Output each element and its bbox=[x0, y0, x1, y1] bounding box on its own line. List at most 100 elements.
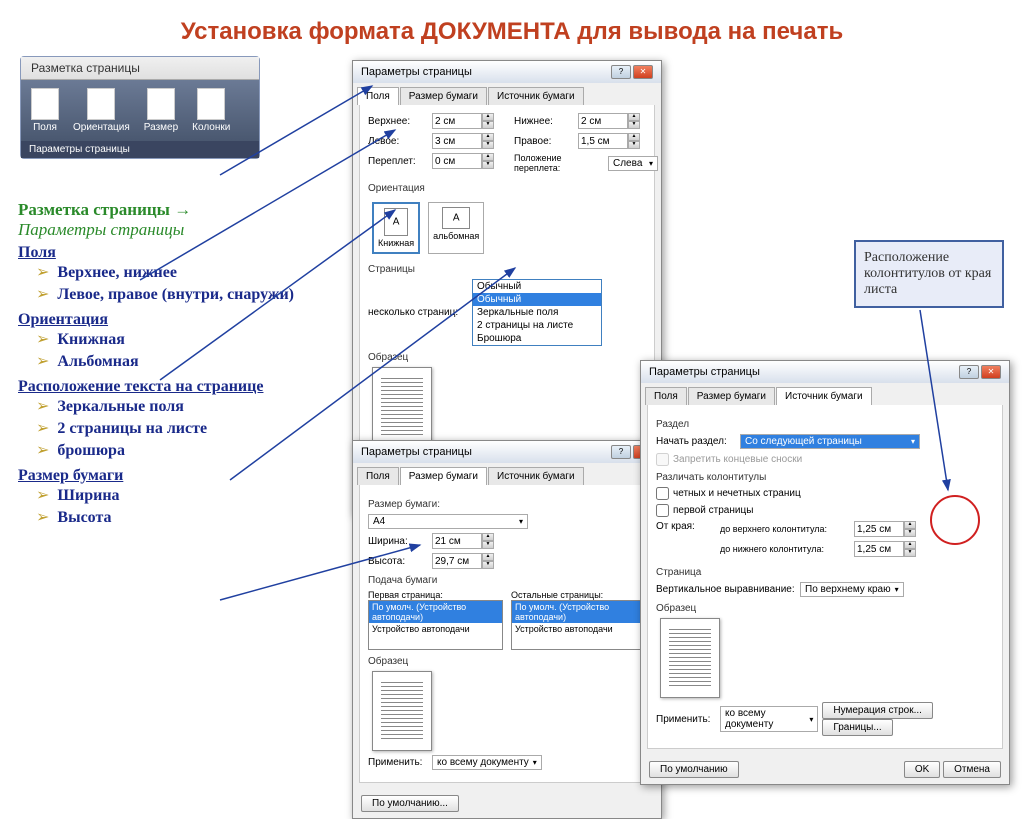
tab-size[interactable]: Размер бумаги bbox=[400, 467, 487, 485]
dropdown-papersize[interactable]: A4 bbox=[368, 514, 528, 529]
left-content: Разметка страницы → Параметры страницы П… bbox=[18, 200, 318, 530]
label-width: Ширина: bbox=[368, 536, 428, 547]
dropdown-apply[interactable]: ко всему документу bbox=[720, 706, 818, 732]
orient-landscape[interactable]: альбомная bbox=[428, 202, 484, 254]
spin-down-icon[interactable]: ▼ bbox=[628, 141, 640, 149]
ok-button[interactable]: OK bbox=[904, 761, 940, 778]
spin-down-icon[interactable]: ▼ bbox=[482, 121, 494, 129]
spin-up-icon[interactable]: ▲ bbox=[482, 113, 494, 121]
preview-icon bbox=[372, 367, 432, 447]
spin-up-icon[interactable]: ▲ bbox=[482, 153, 494, 161]
label-hdr: до верхнего колонтитула: bbox=[720, 524, 850, 534]
label-right: Правое: bbox=[514, 136, 574, 147]
input-footer[interactable] bbox=[854, 541, 904, 557]
tab-size[interactable]: Размер бумаги bbox=[400, 87, 487, 105]
cancel-button[interactable]: Отмена bbox=[943, 761, 1001, 778]
ribbon-btn-orientation[interactable]: Ориентация bbox=[67, 86, 136, 135]
input-gutter[interactable] bbox=[432, 153, 482, 169]
default-button[interactable]: По умолчанию bbox=[649, 761, 739, 778]
label-firstpage: Первая страница: bbox=[368, 590, 503, 600]
tab-size[interactable]: Размер бумаги bbox=[688, 387, 775, 405]
label-ftr: до нижнего колонтитула: bbox=[720, 544, 850, 554]
tab-source[interactable]: Источник бумаги bbox=[488, 87, 584, 105]
ribbon-footer[interactable]: Параметры страницы bbox=[21, 141, 259, 158]
orient-portrait[interactable]: Книжная bbox=[372, 202, 420, 254]
spin-down-icon[interactable]: ▼ bbox=[482, 541, 494, 549]
dropdown-gutpos[interactable]: Слева bbox=[608, 156, 658, 171]
ribbon-tab[interactable]: Разметка страницы bbox=[21, 57, 259, 80]
label-papersize: Размер бумаги: bbox=[368, 499, 646, 510]
help-icon[interactable]: ? bbox=[611, 445, 631, 459]
lines-button[interactable]: Нумерация строк... bbox=[822, 702, 933, 719]
spin-up-icon[interactable]: ▲ bbox=[904, 521, 916, 529]
spin-up-icon[interactable]: ▲ bbox=[482, 553, 494, 561]
spin-down-icon[interactable]: ▼ bbox=[482, 141, 494, 149]
tab-fields[interactable]: Поля bbox=[357, 87, 399, 105]
tab-source[interactable]: Источник бумаги bbox=[776, 387, 872, 405]
listbox-first[interactable]: По умолч. (Устройство автоподачи)Устройс… bbox=[368, 600, 503, 650]
orientation-icon bbox=[87, 88, 115, 120]
tab-fields[interactable]: Поля bbox=[357, 467, 399, 485]
ribbon-btn-columns[interactable]: Колонки bbox=[186, 86, 236, 135]
close-icon[interactable]: ✕ bbox=[981, 365, 1001, 379]
spin-up-icon[interactable]: ▲ bbox=[904, 541, 916, 549]
spin-down-icon[interactable]: ▼ bbox=[628, 121, 640, 129]
spin-down-icon[interactable]: ▼ bbox=[904, 549, 916, 557]
spin-down-icon[interactable]: ▼ bbox=[482, 161, 494, 169]
section-papersize: Размер бумаги bbox=[18, 467, 318, 485]
label-oddeven: четных и нечетных страниц bbox=[673, 488, 801, 499]
spin-up-icon[interactable]: ▲ bbox=[482, 533, 494, 541]
group-pages: Страницы bbox=[368, 264, 646, 275]
help-icon[interactable]: ? bbox=[611, 65, 631, 79]
ribbon: Разметка страницы Поля Ориентация Размер… bbox=[20, 56, 260, 159]
columns-icon bbox=[197, 88, 225, 120]
input-height[interactable] bbox=[432, 553, 482, 569]
preview-icon bbox=[660, 618, 720, 698]
ribbon-btn-size[interactable]: Размер bbox=[138, 86, 184, 135]
fields-icon bbox=[31, 88, 59, 120]
label-height: Высота: bbox=[368, 556, 428, 567]
input-left[interactable] bbox=[432, 133, 482, 149]
label-top: Верхнее: bbox=[368, 116, 428, 127]
label-valign: Вертикальное выравнивание: bbox=[656, 584, 796, 595]
list-item: Верхнее, нижнее bbox=[36, 262, 318, 284]
label-multi: несколько страниц: bbox=[368, 307, 468, 318]
list-item: Альбомная bbox=[36, 351, 318, 373]
label-left: Левое: bbox=[368, 136, 428, 147]
label-suppress: Запретить концевые сноски bbox=[673, 454, 802, 465]
help-icon[interactable]: ? bbox=[959, 365, 979, 379]
input-bottom[interactable] bbox=[578, 113, 628, 129]
list-item: Ширина bbox=[36, 485, 318, 507]
spin-up-icon[interactable]: ▲ bbox=[628, 113, 640, 121]
spin-up-icon[interactable]: ▲ bbox=[482, 133, 494, 141]
dropdown-apply[interactable]: ко всему документу bbox=[432, 755, 542, 770]
borders-button[interactable]: Границы... bbox=[822, 719, 892, 736]
size-icon bbox=[147, 88, 175, 120]
group-page: Страница bbox=[656, 567, 994, 578]
list-item: брошюра bbox=[36, 440, 318, 462]
preview-icon bbox=[372, 671, 432, 751]
input-right[interactable] bbox=[578, 133, 628, 149]
checkbox-suppress bbox=[656, 453, 669, 466]
checkbox-firstpage[interactable] bbox=[656, 504, 669, 517]
spin-up-icon[interactable]: ▲ bbox=[628, 133, 640, 141]
close-icon[interactable]: ✕ bbox=[633, 65, 653, 79]
tab-fields[interactable]: Поля bbox=[645, 387, 687, 405]
default-button[interactable]: По умолчанию... bbox=[361, 795, 459, 812]
dialog-papersize: Параметры страницы ?✕ Поля Размер бумаги… bbox=[352, 440, 662, 819]
path-line1: Разметка страницы → bbox=[18, 200, 318, 220]
input-width[interactable] bbox=[432, 533, 482, 549]
input-header[interactable] bbox=[854, 521, 904, 537]
checkbox-oddeven[interactable] bbox=[656, 487, 669, 500]
dropdown-multi-open[interactable]: Обычный Обычный Зеркальные поля 2 страни… bbox=[472, 279, 602, 346]
spin-down-icon[interactable]: ▼ bbox=[904, 529, 916, 537]
portrait-icon bbox=[384, 208, 408, 236]
ribbon-btn-fields[interactable]: Поля bbox=[25, 86, 65, 135]
dropdown-start[interactable]: Со следующей страницы bbox=[740, 434, 920, 449]
listbox-other[interactable]: По умолч. (Устройство автоподачи)Устройс… bbox=[511, 600, 646, 650]
dropdown-valign[interactable]: По верхнему краю bbox=[800, 582, 904, 597]
input-top[interactable] bbox=[432, 113, 482, 129]
spin-down-icon[interactable]: ▼ bbox=[482, 561, 494, 569]
landscape-icon bbox=[442, 207, 470, 229]
tab-source[interactable]: Источник бумаги bbox=[488, 467, 584, 485]
